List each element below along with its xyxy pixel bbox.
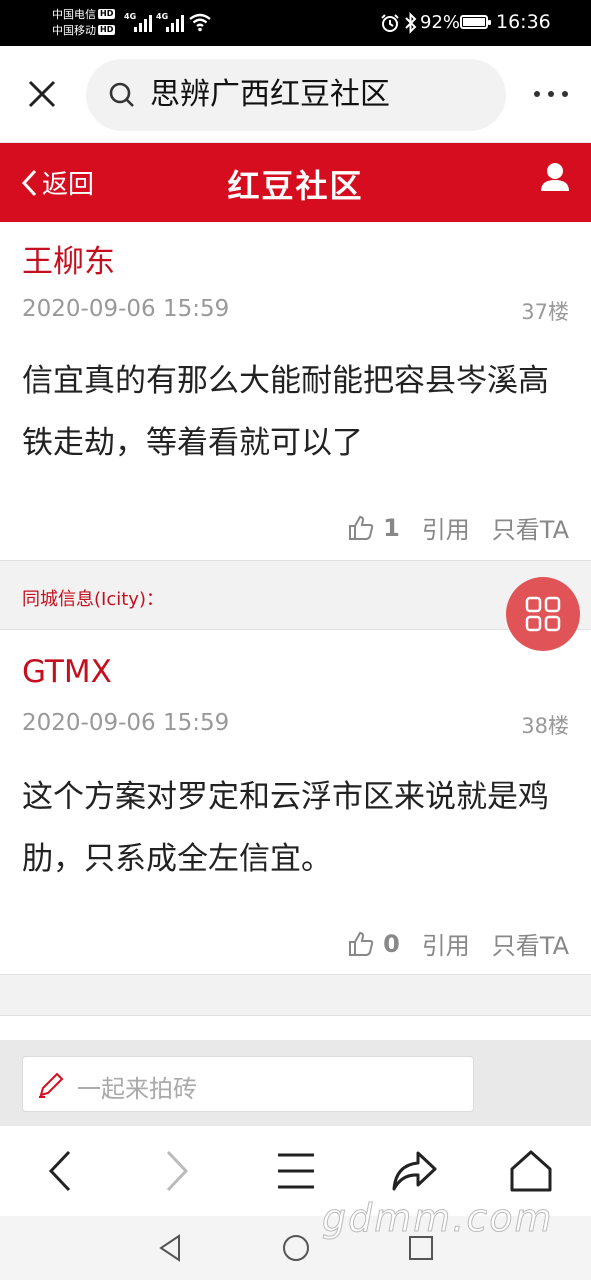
site-title: 红豆社区	[227, 167, 364, 205]
status-bar: 中国电信 HD 中国移动 HD 4G 4G 92% 16:36	[0, 0, 591, 46]
system-home-icon[interactable]	[282, 1233, 310, 1263]
battery-icon	[460, 15, 491, 29]
like-button[interactable]: 0	[347, 930, 422, 958]
city-info-label[interactable]: 同城信息(Icity)：	[22, 585, 164, 611]
post-actions: 0 引用 只看TA	[347, 926, 569, 961]
section-divider	[0, 974, 591, 1016]
arrow-left-icon	[48, 1150, 71, 1192]
post-author[interactable]: 王柳东	[22, 236, 115, 281]
quote-button[interactable]: 引用	[422, 926, 470, 961]
post-actions: 1 引用 只看TA	[347, 510, 569, 545]
home-button[interactable]	[506, 1146, 556, 1196]
post-content: 信宜真的有那么大能耐能把容县岑溪高铁走劫，等着看就可以了	[22, 363, 549, 461]
search-icon	[109, 82, 134, 107]
wifi-icon	[189, 13, 211, 32]
grid-icon	[525, 596, 561, 632]
signal-icon	[134, 14, 152, 32]
post-floor: 37楼	[521, 300, 569, 324]
post-author[interactable]: GTMX	[22, 654, 112, 690]
site-header: 返回 红豆社区	[0, 143, 591, 222]
hd-badge-2: HD	[98, 25, 116, 35]
only-ta-button[interactable]: 只看TA	[492, 926, 569, 961]
like-count: 0	[383, 929, 400, 958]
share-icon	[392, 1151, 437, 1191]
floating-menu-button[interactable]	[506, 577, 580, 651]
hd-badge-1: HD	[98, 9, 116, 19]
alarm-icon	[381, 14, 399, 32]
browser-bar: 思辨广西红豆社区	[0, 46, 591, 143]
home-icon	[510, 1150, 552, 1192]
menu-button[interactable]	[271, 1146, 321, 1196]
arrow-right-icon	[166, 1150, 189, 1192]
post-content: 这个方案对罗定和云浮市区来说就是鸡肋，只系成全左信宜。	[22, 779, 549, 877]
user-icon	[541, 163, 569, 191]
nav-back-button[interactable]	[35, 1146, 85, 1196]
post-item: 王柳东 2020-09-06 15:59 37楼 信宜真的有那么大能耐能把容县岑…	[0, 222, 591, 560]
like-button[interactable]: 1	[347, 514, 422, 542]
thumbs-up-icon	[349, 931, 374, 956]
thumbs-up-icon	[349, 515, 374, 540]
bluetooth-icon	[405, 12, 417, 34]
comment-placeholder: 一起来拍砖	[77, 1075, 197, 1103]
like-count: 1	[383, 513, 400, 542]
post-time: 2020-09-06 15:59	[22, 296, 230, 322]
pen-icon	[39, 1072, 64, 1098]
carrier-info: 中国电信 HD 中国移动 HD	[52, 7, 116, 39]
info-band: 同城信息(Icity)：	[0, 560, 591, 630]
clock: 16:36	[496, 11, 551, 33]
comment-input[interactable]: 一起来拍砖	[22, 1056, 474, 1112]
more-options-button[interactable]	[531, 82, 571, 106]
close-button[interactable]	[22, 74, 62, 114]
quote-button[interactable]: 引用	[422, 510, 470, 545]
system-back-icon[interactable]	[157, 1233, 183, 1263]
user-button[interactable]	[539, 161, 571, 197]
watermark: gdmm.com	[322, 1196, 554, 1241]
signal-icon	[166, 14, 184, 32]
address-text: 思辨广西红豆社区	[150, 77, 390, 112]
menu-icon	[278, 1153, 314, 1189]
comment-bar: 一起来拍砖	[0, 1040, 591, 1126]
address-bar[interactable]: 思辨广西红豆社区	[86, 59, 506, 131]
close-icon	[28, 80, 56, 108]
only-ta-button[interactable]: 只看TA	[492, 510, 569, 545]
post-floor: 38楼	[521, 714, 569, 738]
carrier-2: 中国移动	[52, 24, 96, 37]
battery-percent: 92%	[420, 12, 461, 33]
more-dots-icon	[534, 91, 540, 97]
post-item: GTMX 2020-09-06 15:59 38楼 这个方案对罗定和云浮市区来说…	[0, 630, 591, 974]
carrier-1: 中国电信	[52, 8, 96, 21]
nav-forward-button[interactable]	[152, 1146, 202, 1196]
share-button[interactable]	[389, 1146, 439, 1196]
post-time: 2020-09-06 15:59	[22, 710, 230, 736]
